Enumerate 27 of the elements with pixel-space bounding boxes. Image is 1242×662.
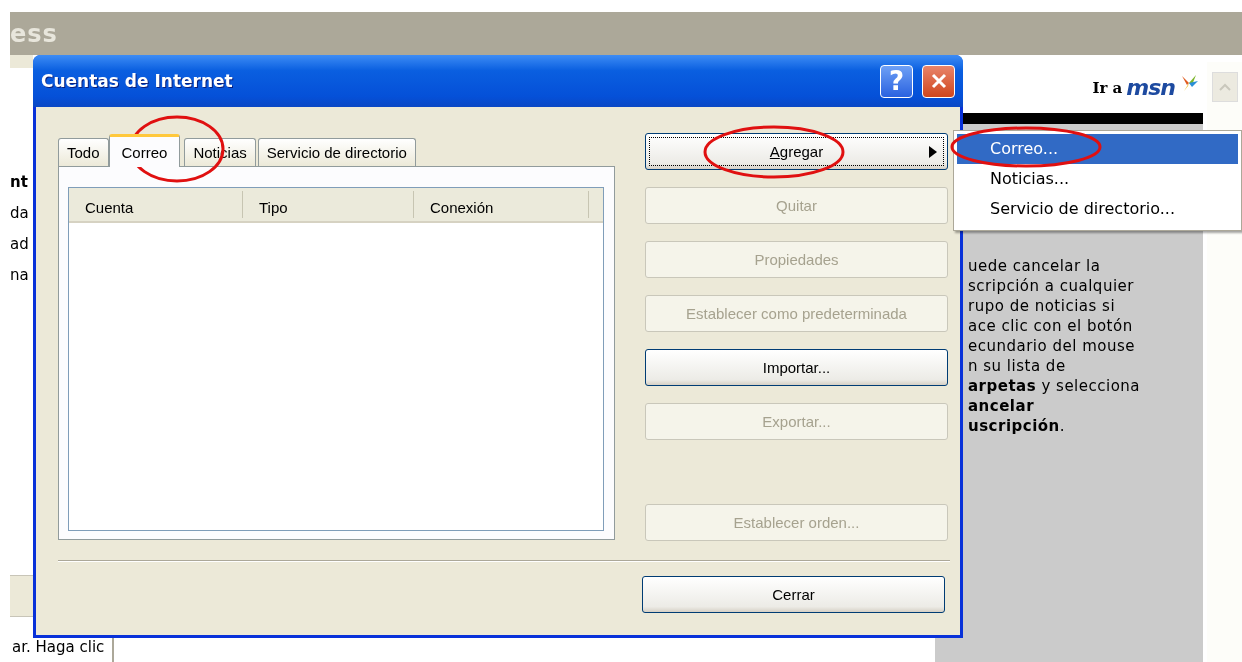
panel-strip (10, 575, 33, 617)
column-header[interactable]: Conexión (414, 191, 589, 218)
tab[interactable]: Correo (108, 134, 181, 167)
menu-item[interactable]: Correo... (957, 134, 1238, 164)
column-header[interactable]: Tipo (243, 191, 414, 218)
tab[interactable]: Todo (58, 138, 109, 166)
close-button[interactable] (922, 64, 955, 98)
action-button[interactable]: Importar... (645, 349, 948, 386)
dialog-title: Cuentas de Internet (41, 71, 234, 91)
close-dialog-button[interactable]: Cerrar (642, 576, 945, 613)
menu-item[interactable]: Servicio de directorio... (957, 194, 1238, 224)
column-header[interactable]: Cuenta (69, 191, 243, 218)
link-text[interactable]: Ir a (1092, 78, 1123, 97)
label-text: na (10, 265, 30, 285)
account-list[interactable]: Cuenta Tipo Conexión (68, 187, 604, 531)
menu-item[interactable]: Noticias... (957, 164, 1238, 194)
label-text: da (10, 203, 30, 223)
action-button[interactable]: Agregar (645, 133, 948, 170)
tab[interactable]: Servicio de directorio (257, 138, 416, 166)
close-icon (929, 72, 948, 90)
toolbar-strip (10, 55, 33, 68)
logo-text[interactable]: msn (1126, 75, 1175, 100)
window-title: ess (10, 19, 58, 48)
help-paragraph: uede cancelar la scripción a cualquier rupo de noticias si ace clic con el botón ecundario del mouse n su lista de arpetas y selecciona ancelar uscripción. (968, 256, 1142, 436)
submenu-arrow-icon (929, 146, 937, 158)
label-text: ad (10, 234, 30, 254)
label-text: nt (10, 172, 29, 192)
